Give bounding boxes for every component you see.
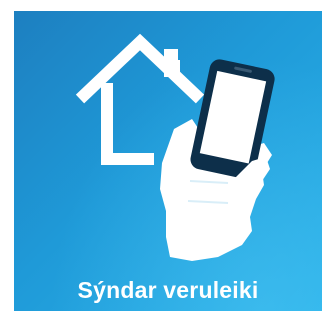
virtual-reality-tile[interactable]: Sýndar veruleiki — [14, 11, 322, 311]
house-with-phone-in-hand-icon — [75, 33, 275, 261]
tile-label: Sýndar veruleiki — [77, 277, 259, 303]
chimney-icon — [164, 49, 178, 77]
